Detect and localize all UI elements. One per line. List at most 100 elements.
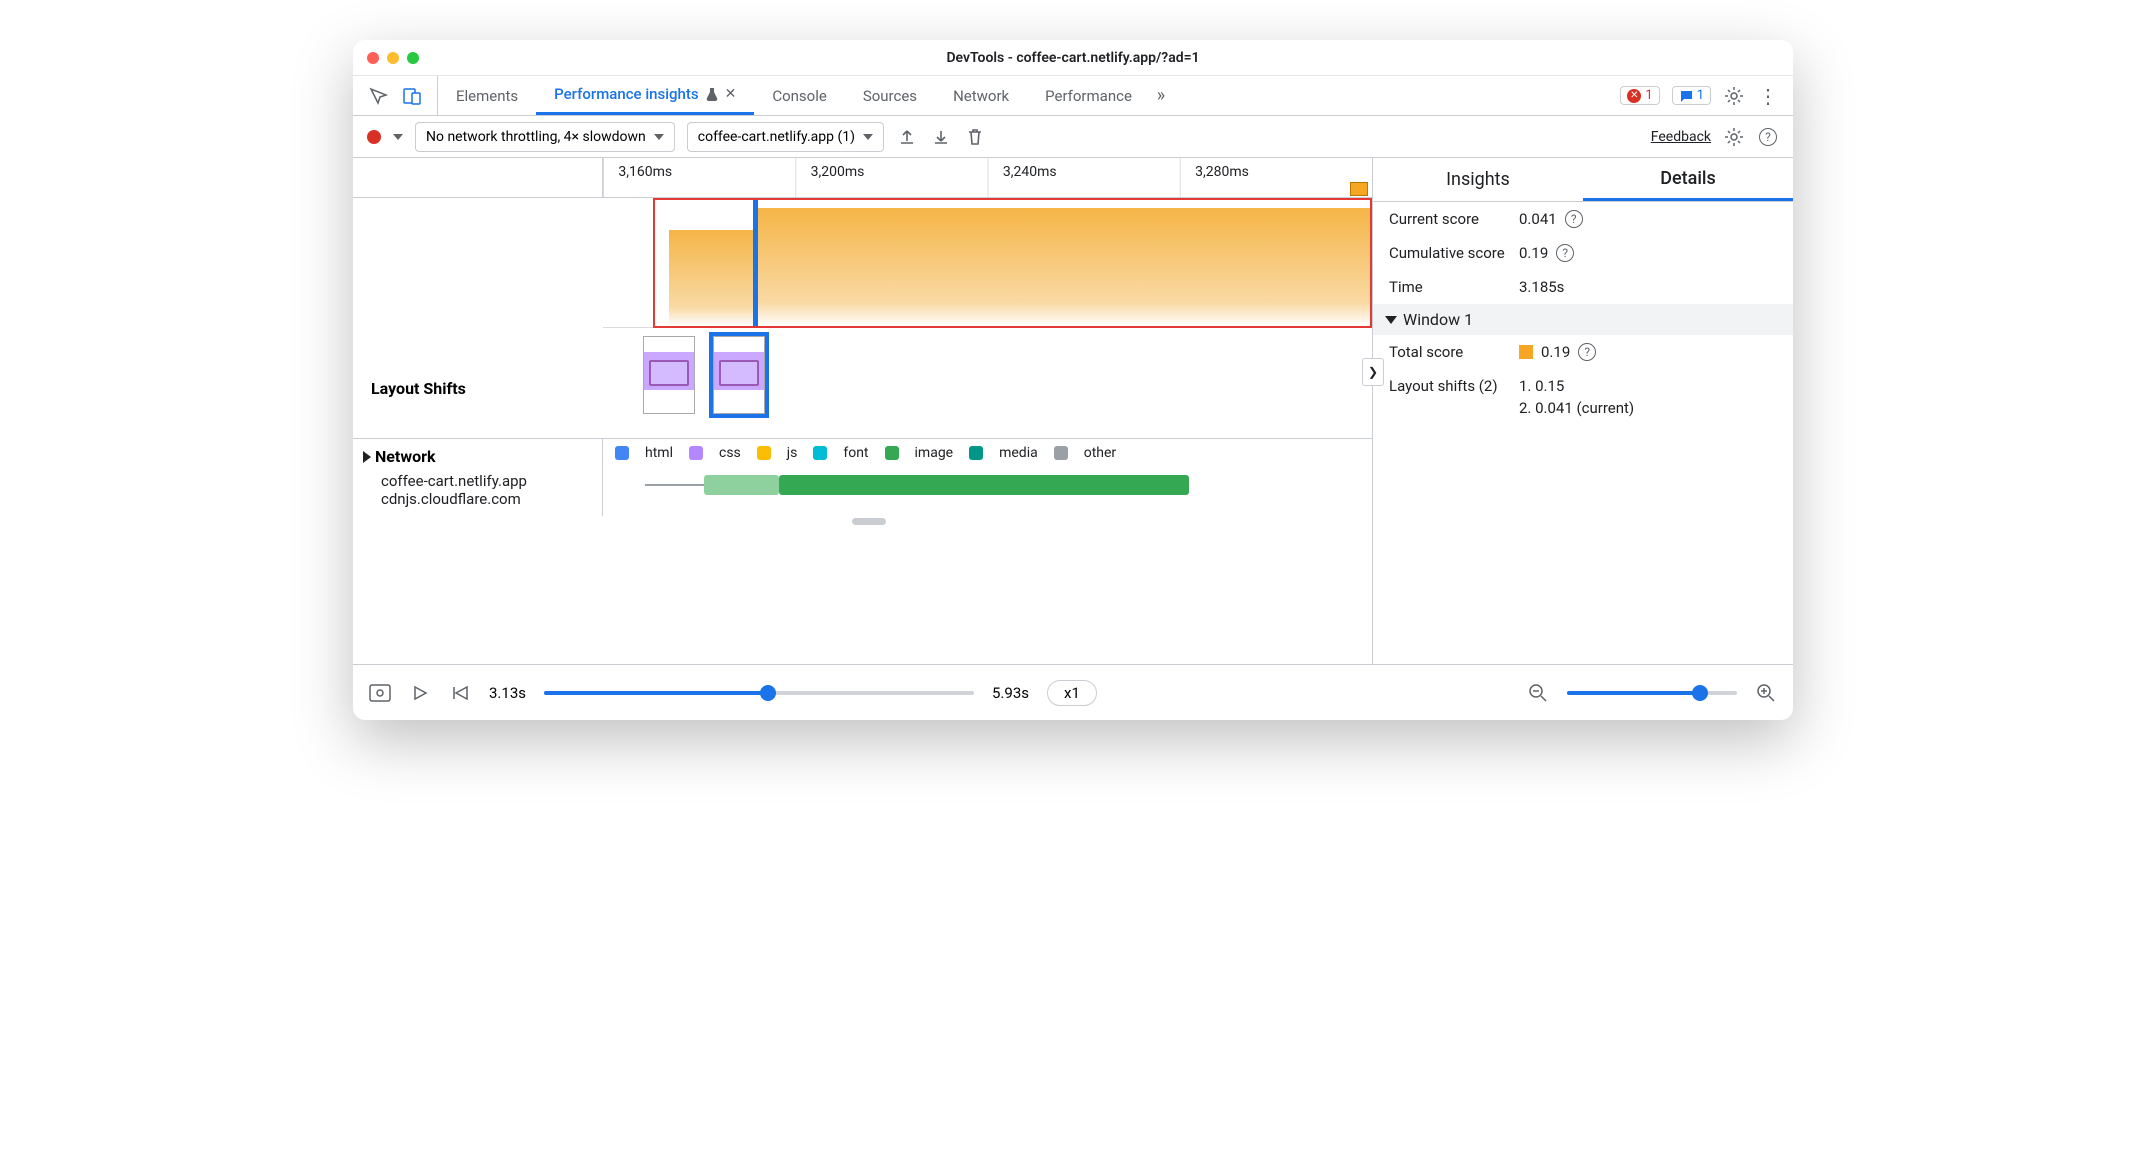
devtools-window: DevTools - coffee-cart.netlify.app/?ad=1… xyxy=(353,40,1793,720)
kv-value: 3.185s xyxy=(1519,278,1564,296)
recording-label: coffee-cart.netlify.app (1) xyxy=(698,129,855,145)
legend-label: media xyxy=(999,445,1038,461)
window-section-header[interactable]: Window 1 xyxy=(1373,304,1793,335)
device-toggle-icon[interactable] xyxy=(401,85,423,107)
tab-elements[interactable]: Elements xyxy=(438,76,536,115)
tab-sources[interactable]: Sources xyxy=(845,76,935,115)
ruler-tick: 3,200ms xyxy=(811,164,865,180)
cls-marker-icon[interactable] xyxy=(1350,182,1368,196)
legend-label: css xyxy=(719,445,741,461)
screenshot-toggle-icon[interactable] xyxy=(369,682,391,704)
error-badge[interactable]: ✕ 1 xyxy=(1620,86,1659,105)
time-ruler: 3,160ms 3,200ms 3,240ms 3,280ms xyxy=(353,158,1372,198)
network-header[interactable]: Network xyxy=(363,447,602,466)
playback-footer: 3.13s 5.93s x1 xyxy=(353,664,1793,720)
layout-shifts-track[interactable] xyxy=(603,198,1372,438)
minimize-window-icon[interactable] xyxy=(387,52,399,64)
tab-network[interactable]: Network xyxy=(935,76,1027,115)
rtab-label: Details xyxy=(1660,168,1716,189)
recording-select[interactable]: coffee-cart.netlify.app (1) xyxy=(687,122,884,152)
layout-shift-bar[interactable] xyxy=(757,208,1370,326)
legend-swatch-html xyxy=(615,446,629,460)
kebab-menu-icon[interactable]: ⋮ xyxy=(1757,85,1779,107)
error-count: 1 xyxy=(1645,88,1652,103)
legend-label: image xyxy=(915,445,954,461)
zoom-slider[interactable] xyxy=(1567,691,1737,695)
layout-shift-bar[interactable] xyxy=(669,230,757,326)
close-tab-icon[interactable]: ✕ xyxy=(725,86,737,102)
rtab-label: Insights xyxy=(1446,169,1510,190)
screenshot-thumbnail[interactable] xyxy=(643,336,695,414)
details-panel: ❯ Insights Details Current score0.041? C… xyxy=(1373,158,1793,664)
kv-key: Current score xyxy=(1389,210,1519,228)
section-label: Window 1 xyxy=(1403,310,1473,329)
help-icon[interactable]: ? xyxy=(1757,126,1779,148)
tab-performance-insights[interactable]: Performance insights ✕ xyxy=(536,76,754,115)
legend-swatch-js xyxy=(757,446,771,460)
upload-icon[interactable] xyxy=(896,126,918,148)
play-icon[interactable] xyxy=(409,682,431,704)
delete-icon[interactable] xyxy=(964,126,986,148)
download-icon[interactable] xyxy=(930,126,952,148)
record-button[interactable] xyxy=(367,130,381,144)
ruler-tick: 3,280ms xyxy=(1195,164,1249,180)
layout-shifts-label: Layout Shifts xyxy=(353,198,603,438)
rewind-icon[interactable] xyxy=(449,682,471,704)
kv-value: 0.19 xyxy=(1541,343,1570,361)
throttling-select[interactable]: No network throttling, 4× slowdown xyxy=(415,122,675,152)
feedback-link[interactable]: Feedback xyxy=(1651,129,1711,145)
zoom-out-icon[interactable] xyxy=(1527,682,1549,704)
tab-details[interactable]: Details xyxy=(1583,158,1793,201)
titlebar: DevTools - coffee-cart.netlify.app/?ad=1 xyxy=(353,40,1793,76)
network-bar[interactable] xyxy=(615,473,1360,497)
inspect-icon[interactable] xyxy=(367,85,389,107)
tab-performance[interactable]: Performance xyxy=(1027,76,1150,115)
window-controls xyxy=(367,52,419,64)
legend-swatch-media xyxy=(969,446,983,460)
tab-label: Elements xyxy=(456,87,518,105)
tab-label: Network xyxy=(953,87,1009,105)
network-domain[interactable]: cdnjs.cloudflare.com xyxy=(381,490,602,508)
tab-insights[interactable]: Insights xyxy=(1373,158,1583,201)
tab-label: Performance insights xyxy=(554,85,698,103)
perf-settings-icon[interactable] xyxy=(1723,126,1745,148)
ruler-tick: 3,240ms xyxy=(1003,164,1057,180)
tab-label: Performance xyxy=(1045,87,1132,105)
kv-value: 0.041 xyxy=(1519,210,1557,228)
network-section: Network coffee-cart.netlify.app cdnjs.cl… xyxy=(353,439,1372,516)
screenshot-thumbnail-selected[interactable] xyxy=(713,336,765,414)
network-header-label: Network xyxy=(375,447,436,466)
maximize-window-icon[interactable] xyxy=(407,52,419,64)
tab-console[interactable]: Console xyxy=(754,76,845,115)
info-badge[interactable]: 1 xyxy=(1672,86,1711,105)
score-swatch-icon xyxy=(1519,345,1533,359)
playback-slider[interactable] xyxy=(544,691,974,695)
expand-icon xyxy=(363,451,371,463)
kv-value: 0.19 xyxy=(1519,244,1548,262)
kv-key: Layout shifts (2) xyxy=(1389,377,1519,395)
record-menu-icon[interactable] xyxy=(393,134,403,140)
legend-swatch-css xyxy=(689,446,703,460)
help-icon[interactable]: ? xyxy=(1578,343,1596,361)
collapse-panel-icon[interactable]: ❯ xyxy=(1362,358,1384,386)
close-window-icon[interactable] xyxy=(367,52,379,64)
zoom-in-icon[interactable] xyxy=(1755,682,1777,704)
playhead-marker[interactable] xyxy=(753,200,758,326)
legend-swatch-font xyxy=(813,446,827,460)
legend-label: other xyxy=(1084,445,1116,461)
tab-label: Console xyxy=(772,87,827,105)
window-title: DevTools - coffee-cart.netlify.app/?ad=1 xyxy=(353,50,1793,66)
playback-start-time: 3.13s xyxy=(489,684,526,702)
speed-label: x1 xyxy=(1064,684,1080,702)
layout-shift-item[interactable]: 2. 0.041 (current) xyxy=(1519,399,1634,417)
layout-shift-item[interactable]: 1. 0.15 xyxy=(1519,377,1564,395)
playback-speed[interactable]: x1 xyxy=(1047,680,1097,706)
horizontal-scrollbar[interactable] xyxy=(353,516,1372,526)
more-tabs-icon[interactable]: » xyxy=(1150,85,1172,107)
help-icon[interactable]: ? xyxy=(1565,210,1583,228)
help-icon[interactable]: ? xyxy=(1556,244,1574,262)
network-domain[interactable]: coffee-cart.netlify.app xyxy=(381,472,602,490)
chevron-down-icon xyxy=(1385,316,1397,324)
settings-icon[interactable] xyxy=(1723,85,1745,107)
flask-icon xyxy=(705,87,719,101)
